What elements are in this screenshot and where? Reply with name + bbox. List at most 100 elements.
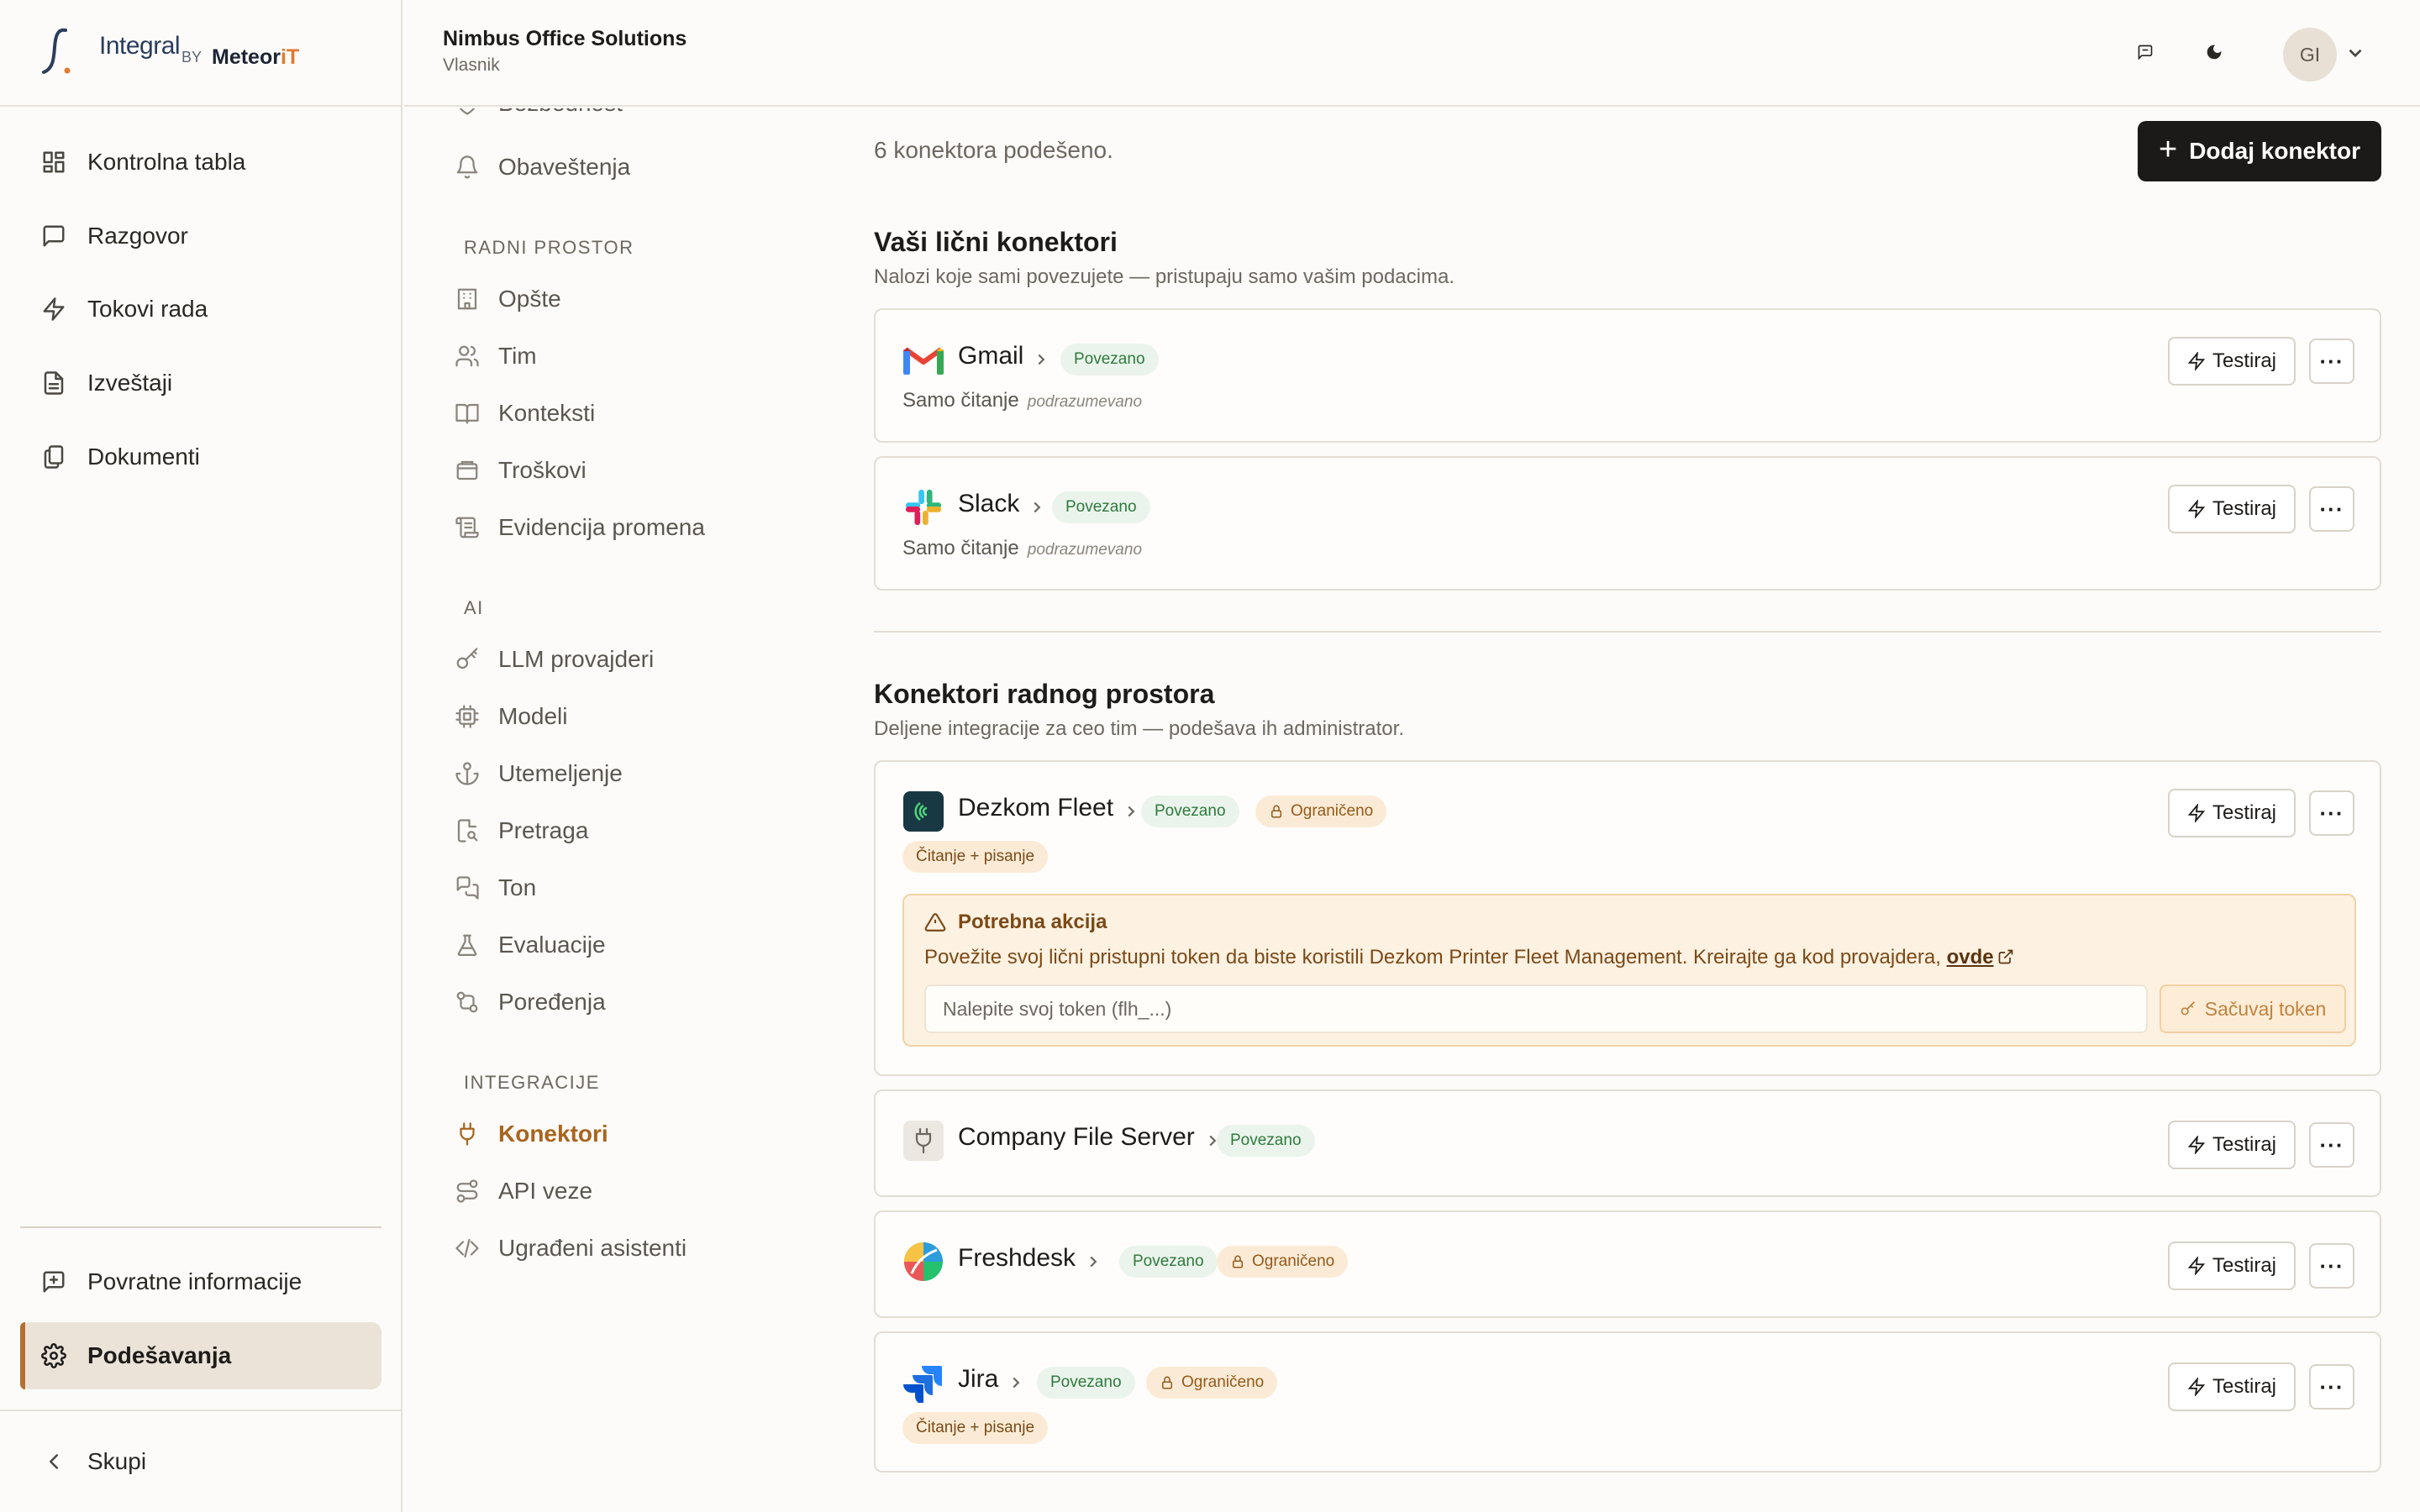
partner-logo: MeteoriT bbox=[212, 45, 299, 70]
connector-name-link[interactable]: Dezkom Fleet bbox=[958, 794, 1140, 822]
settings-item-general[interactable]: Opšte bbox=[455, 276, 561, 323]
settings-item-connectors[interactable]: Konektori bbox=[455, 1110, 608, 1158]
settings-item-embedded-assistants[interactable]: Ugrađeni asistenti bbox=[455, 1225, 687, 1272]
test-label: Testiraj bbox=[2212, 1375, 2277, 1398]
provider-link[interactable]: ovde bbox=[1947, 946, 1994, 969]
workspace-connectors-title: Konektori radnog prostora bbox=[874, 679, 1215, 709]
file-search-icon bbox=[455, 818, 492, 843]
documents-icon bbox=[20, 444, 87, 470]
message-icon[interactable] bbox=[2130, 37, 2160, 67]
test-button[interactable]: Testiraj bbox=[2168, 1362, 2296, 1411]
connector-card-gmail: Gmail Povezano Samo čitanje podrazumevano… bbox=[874, 308, 2381, 443]
bolt-icon bbox=[2187, 804, 2206, 822]
shield-icon bbox=[455, 108, 492, 116]
connectors-page: 6 konektora podešeno. + Dodaj konektor V… bbox=[874, 108, 2386, 1512]
connector-card-dezkom-fleet: Dezkom Fleet Povezano Ograničeno Čitanje… bbox=[874, 760, 2381, 1076]
sidebar-item-settings[interactable]: Podešavanja bbox=[20, 1322, 381, 1389]
settings-item-costs[interactable]: Troškovi bbox=[455, 447, 587, 494]
add-connector-label: Dodaj konektor bbox=[2189, 138, 2360, 164]
settings-item-label: Utemeljenje bbox=[498, 760, 623, 786]
collapse-sidebar-button[interactable]: Skupi bbox=[20, 1428, 381, 1495]
brand-by: BY bbox=[182, 49, 203, 66]
section-heading-ai: AI bbox=[464, 597, 484, 618]
connector-card-jira: Jira Povezano Ograničeno Čitanje + pisan… bbox=[874, 1331, 2381, 1473]
dezkom-logo-icon bbox=[902, 790, 944, 832]
bolt-icon bbox=[2187, 500, 2206, 518]
connector-name-link[interactable]: Gmail bbox=[958, 342, 1050, 370]
dashboard-icon bbox=[20, 150, 87, 175]
connector-name-link[interactable]: Freshdesk bbox=[958, 1244, 1102, 1273]
bolt-icon bbox=[20, 297, 87, 322]
test-button[interactable]: Testiraj bbox=[2168, 1242, 2296, 1290]
connector-name-link[interactable]: Slack bbox=[958, 490, 1046, 518]
default-label: podrazumevano bbox=[1027, 541, 1143, 559]
sidebar-item-chat[interactable]: Razgovor bbox=[20, 202, 381, 270]
cpu-icon bbox=[455, 704, 492, 729]
sidebar-item-feedback[interactable]: Povratne informacije bbox=[20, 1248, 381, 1315]
test-button[interactable]: Testiraj bbox=[2168, 789, 2296, 837]
settings-item-label: Konteksti bbox=[498, 400, 596, 426]
key-icon bbox=[2181, 1001, 2195, 1016]
anchor-icon bbox=[455, 761, 492, 786]
settings-item-notifications[interactable]: Obaveštenja bbox=[455, 144, 630, 191]
moon-icon[interactable] bbox=[2199, 37, 2229, 67]
more-options-button[interactable]: ··· bbox=[2309, 1243, 2354, 1289]
connector-name: Dezkom Fleet bbox=[958, 794, 1114, 822]
test-button[interactable]: Testiraj bbox=[2168, 1121, 2296, 1169]
settings-item-search[interactable]: Pretraga bbox=[455, 807, 588, 854]
limited-label: Ograničeno bbox=[1181, 1373, 1265, 1391]
sidebar-item-dashboard[interactable]: Kontrolna tabla bbox=[20, 129, 381, 196]
settings-item-changelog[interactable]: Evidencija promena bbox=[455, 504, 705, 551]
settings-item-evaluations[interactable]: Evaluacije bbox=[455, 921, 606, 969]
sidebar-item-documents[interactable]: Dokumenti bbox=[20, 423, 381, 491]
chevron-right-icon bbox=[1084, 1249, 1102, 1268]
settings-item-models[interactable]: Modeli bbox=[455, 693, 567, 740]
more-options-button[interactable]: ··· bbox=[2309, 486, 2354, 532]
save-token-button[interactable]: Sačuvaj token bbox=[2160, 984, 2346, 1033]
settings-item-api-connections[interactable]: API veze bbox=[455, 1168, 592, 1215]
settings-item-label: API veze bbox=[498, 1178, 593, 1204]
sidebar-footer-divider bbox=[0, 1410, 402, 1411]
test-button[interactable]: Testiraj bbox=[2168, 337, 2296, 386]
connector-name-link[interactable]: Jira bbox=[958, 1365, 1025, 1394]
external-link-icon[interactable] bbox=[1997, 948, 2014, 965]
users-icon bbox=[455, 344, 492, 369]
chevron-down-icon[interactable] bbox=[2344, 42, 2370, 67]
settings-item-label: Ugrađeni asistenti bbox=[498, 1235, 687, 1261]
chevron-right-icon bbox=[1122, 799, 1140, 817]
settings-item-label: LLM provajderi bbox=[498, 646, 655, 672]
org-name[interactable]: Nimbus Office Solutions bbox=[443, 27, 687, 51]
sidebar-item-reports[interactable]: Izveštaji bbox=[20, 349, 381, 417]
more-options-button[interactable]: ··· bbox=[2309, 790, 2354, 836]
more-options-button[interactable]: ··· bbox=[2309, 339, 2354, 384]
settings-item-grounding[interactable]: Utemeljenje bbox=[455, 750, 623, 797]
sidebar-item-label: Povratne informacije bbox=[87, 1268, 302, 1294]
settings-item-llm-providers[interactable]: LLM provajderi bbox=[455, 636, 654, 683]
more-options-button[interactable]: ··· bbox=[2309, 1122, 2354, 1168]
status-badge-connected: Povezano bbox=[1060, 344, 1159, 375]
token-input[interactable] bbox=[924, 984, 2148, 1033]
avatar[interactable]: GI bbox=[2283, 28, 2337, 81]
alert-title-text: Potrebna akcija bbox=[958, 911, 1107, 933]
test-label: Testiraj bbox=[2212, 1254, 2277, 1277]
more-options-button[interactable]: ··· bbox=[2309, 1364, 2354, 1410]
settings-item-tone[interactable]: Ton bbox=[455, 864, 536, 911]
sidebar-item-workflows[interactable]: Tokovi rada bbox=[20, 276, 381, 343]
gmail-logo-icon bbox=[902, 339, 944, 381]
limited-label: Ograničeno bbox=[1291, 802, 1374, 820]
test-label: Testiraj bbox=[2212, 497, 2277, 520]
warning-icon bbox=[924, 913, 946, 932]
status-badge-limited: Ograničeno bbox=[1146, 1367, 1278, 1399]
settings-item-label: Konektori bbox=[498, 1121, 608, 1147]
settings-item-contexts[interactable]: Konteksti bbox=[455, 390, 595, 437]
test-button[interactable]: Testiraj bbox=[2168, 485, 2296, 533]
plug-icon bbox=[902, 1120, 944, 1162]
settings-item-comparisons[interactable]: Poređenja bbox=[455, 979, 606, 1026]
settings-item-team[interactable]: Tim bbox=[455, 333, 537, 380]
save-token-label: Sačuvaj token bbox=[2204, 997, 2327, 1020]
connector-name-link[interactable]: Company File Server bbox=[958, 1123, 1222, 1152]
partner-name: Meteor bbox=[212, 45, 281, 69]
settings-item-security[interactable]: Bezbednost bbox=[455, 108, 623, 127]
add-connector-button[interactable]: + Dodaj konektor bbox=[2138, 121, 2381, 181]
bell-icon bbox=[455, 155, 492, 180]
